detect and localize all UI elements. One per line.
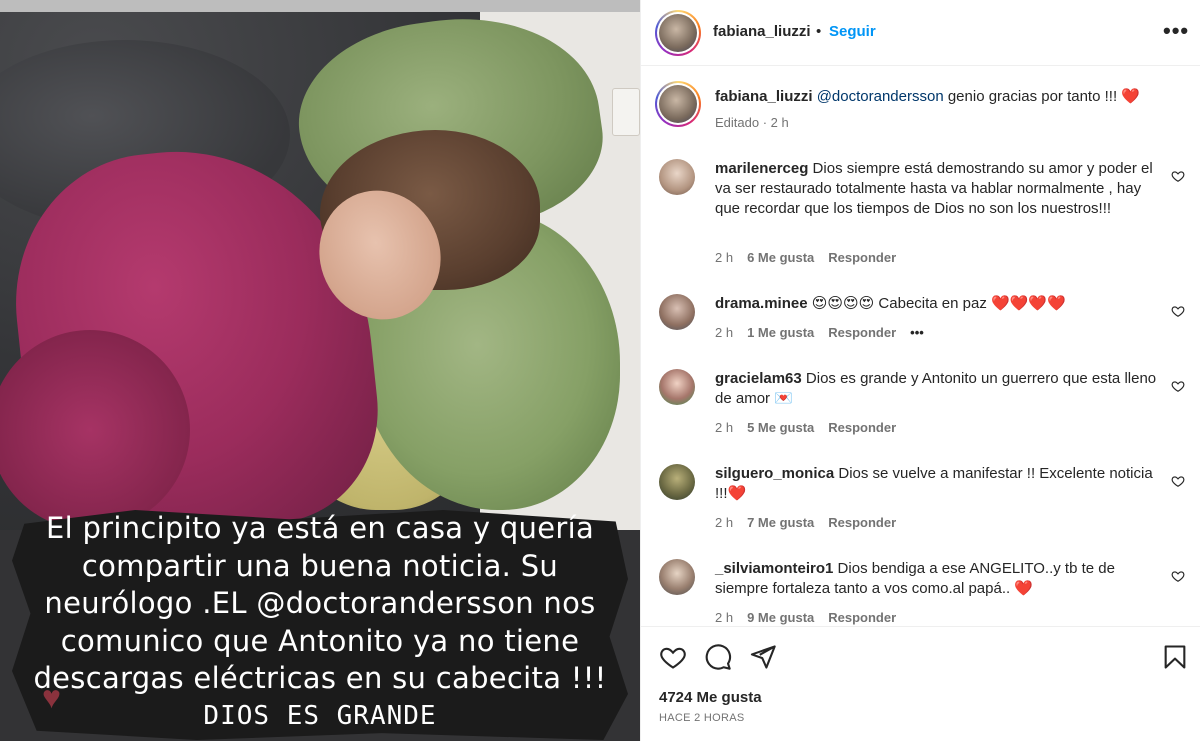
post-actions-bar: 4724 Me gusta HACE 2 HORAS [641,626,1200,741]
save-bookmark-icon[interactable] [1161,643,1189,671]
comment-username[interactable]: _silviamonteiro1 [715,560,833,577]
comment-like-icon[interactable] [1171,379,1185,393]
commenter-avatar[interactable] [659,294,695,330]
caption-line: El principito ya está en casa y quería [45,511,595,545]
comment-likes[interactable]: 6 Me gusta [747,250,814,265]
reply-button[interactable]: Responder [828,325,896,340]
comment-meta: 2 h 5 Me gusta Responder [715,420,896,435]
comment-like-icon[interactable] [1171,474,1185,488]
comment-username[interactable]: silguero_monica [715,465,834,482]
comment-time[interactable]: 2 h [715,515,733,530]
like-count[interactable]: 4724 Me gusta [659,689,762,706]
caption-author-avatar[interactable] [655,81,701,127]
comment-hearts-emoji: ❤️❤️❤️❤️ [991,295,1066,312]
comment-likes[interactable]: 9 Me gusta [747,610,814,625]
caption-line: DIOS ES GRANDE [203,700,437,731]
follow-button[interactable]: Seguir [829,23,876,40]
comment-more-icon[interactable]: ••• [910,325,924,340]
comment-time[interactable]: 2 h [715,250,733,265]
like-heart-icon[interactable] [659,643,687,671]
comment-time[interactable]: 2 h [715,610,733,625]
share-paper-plane-icon[interactable] [749,643,777,671]
post-photo[interactable]: El principito ya está en casa y quería c… [0,0,640,741]
caption-username[interactable]: fabiana_liuzzi [715,88,813,105]
comment-body: 😍😍😍😍 Cabecita en paz [807,295,992,312]
more-options-icon[interactable]: ••• [1163,18,1189,44]
comment-like-icon[interactable] [1171,304,1185,318]
comment-username[interactable]: marilenerceg [715,160,808,177]
caption-body: genio gracias por tanto !!! [943,88,1122,105]
post-time-ago[interactable]: HACE 2 HORAS [659,712,745,724]
caption-heart-emoji: ❤️ [1121,88,1140,105]
comment-meta: 2 h 1 Me gusta Responder ••• [715,325,924,340]
comment-likes[interactable]: 5 Me gusta [747,420,814,435]
commenter-avatar[interactable] [659,464,695,500]
commenter-avatar[interactable] [659,369,695,405]
comment-heart-emoji: ❤️ [727,485,747,502]
faded-heart-sticker-icon: ♥ [42,679,61,715]
caption-line: comunico que Antonito ya no tiene [60,623,580,658]
commenter-avatar[interactable] [659,559,695,595]
comment-likes[interactable]: 7 Me gusta [747,515,814,530]
comment-username[interactable]: gracielam63 [715,370,802,387]
comments-list[interactable]: fabiana_liuzzi @doctorandersson genio gr… [641,67,1200,625]
author-username[interactable]: fabiana_liuzzi [713,23,811,40]
comment-username[interactable]: drama.minee [715,295,808,312]
post-header: fabiana_liuzzi • Seguir ••• [641,0,1200,66]
reply-button[interactable]: Responder [828,420,896,435]
comment-likes[interactable]: 1 Me gusta [747,325,814,340]
caption-text: fabiana_liuzzi @doctorandersson genio gr… [715,87,1165,107]
comment-time[interactable]: 2 h [715,325,733,340]
author-avatar[interactable] [655,10,701,56]
photo-caption-text: El principito ya está en casa y quería c… [18,510,622,735]
reply-button[interactable]: Responder [828,250,896,265]
comment-meta: 2 h 9 Me gusta Responder [715,610,896,625]
caption-mention-link[interactable]: @doctorandersson [817,88,944,105]
comment-like-icon[interactable] [1171,169,1185,183]
header-separator: • [816,23,822,40]
comment-like-icon[interactable] [1171,569,1185,583]
edited-label: Editado [715,115,760,130]
post-side-panel: fabiana_liuzzi • Seguir ••• fabiana_liuz… [640,0,1200,741]
caption-line: compartir una buena noticia. Su [81,548,559,583]
caption-time[interactable]: 2 h [771,115,789,130]
caption-line: descargas eléctricas en su cabecita !!! [33,661,607,695]
photo-wall-outlet [612,88,640,136]
comment-heart-emoji: ❤️ [1014,580,1034,597]
reply-button[interactable]: Responder [828,515,896,530]
caption-meta: Editado · 2 h [715,115,789,130]
photo-top-strip [0,0,640,12]
reply-button[interactable]: Responder [828,610,896,625]
meta-dot: · [759,115,771,130]
comment-meta: 2 h 6 Me gusta Responder [715,250,896,265]
commenter-avatar[interactable] [659,159,695,195]
comment-time[interactable]: 2 h [715,420,733,435]
comment-meta: 2 h 7 Me gusta Responder [715,515,896,530]
comment-text: gracielam63 Dios es grande y Antonito un… [715,369,1165,409]
comment-text: silguero_monica Dios se vuelve a manifes… [715,464,1165,504]
comment-love-letter-emoji: 💌 [774,390,793,407]
comment-text: drama.minee 😍😍😍😍 Cabecita en paz ❤️❤️❤️❤… [715,294,1165,314]
comment-text: _silviamonteiro1 Dios bendiga a ese ANGE… [715,559,1165,599]
comment-bubble-icon[interactable] [704,643,732,671]
caption-line: neurólogo .EL @doctorandersson nos [44,586,596,620]
comment-text: marilenerceg Dios siempre está demostran… [715,159,1165,219]
